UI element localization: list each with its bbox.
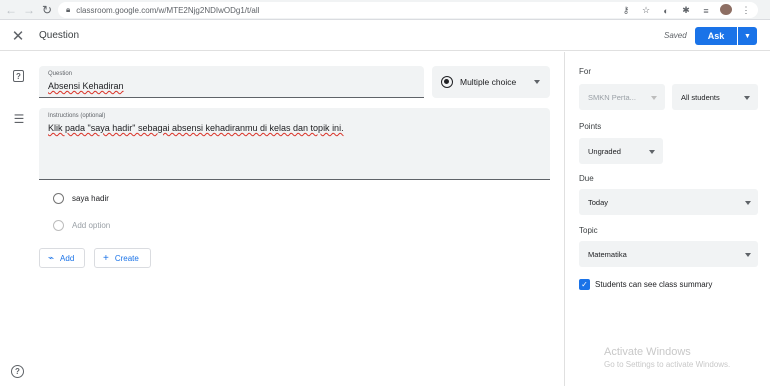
points-label: Points <box>579 122 602 131</box>
students-value: All students <box>681 93 720 102</box>
puzzle-icon[interactable]: ✱ <box>680 5 692 16</box>
plus-icon: + <box>103 252 109 264</box>
dropdown-arrow-icon <box>649 150 655 154</box>
page-title: Question <box>39 30 80 41</box>
help-icon[interactable]: ? <box>11 365 24 378</box>
radio-icon <box>53 192 64 204</box>
create-button[interactable]: + Create <box>94 248 151 268</box>
due-value: Today <box>588 198 609 207</box>
add-option-row[interactable]: Add option <box>53 218 110 232</box>
due-label: Due <box>579 174 594 183</box>
class-summary-option[interactable]: ✓ Students can see class summary <box>579 279 712 290</box>
topic-value: Matematika <box>588 250 627 259</box>
dropdown-arrow-icon <box>744 96 750 100</box>
dropdown-arrow-icon <box>745 253 751 257</box>
instructions-value[interactable]: Klik pada "saya hadir" sebagai absensi k… <box>48 123 344 133</box>
checkbox-checked-icon[interactable]: ✓ <box>579 279 590 290</box>
instructions-label: Instructions (optional) <box>48 113 106 119</box>
ask-button[interactable]: Ask <box>695 27 737 45</box>
app-header: ✕ Question Saved Ask ▼ <box>0 21 770 51</box>
queue-icon[interactable]: ≡ <box>700 6 712 16</box>
ask-dropdown-button[interactable]: ▼ <box>738 27 757 45</box>
question-type-value: Multiple choice <box>460 77 517 87</box>
topic-select[interactable]: Matematika <box>579 241 758 267</box>
radio-icon <box>53 219 64 231</box>
settings-sidebar: For SMKN Perta... All students Points Un… <box>564 52 770 386</box>
points-select[interactable]: Ungraded <box>579 138 663 164</box>
watermark-subtitle: Go to Settings to activate Windows. <box>604 360 731 369</box>
browser-toolbar: ← → ↻ 🔒︎ classroom.google.com/w/MTE2Njg2… <box>0 0 770 20</box>
star-icon[interactable]: ☆ <box>640 5 652 16</box>
add-option-label[interactable]: Add option <box>72 221 110 230</box>
notes-icon: ☰ <box>13 112 25 126</box>
paperclip-icon: ⌁ <box>48 252 55 264</box>
lock-icon: 🔒︎ <box>66 5 71 14</box>
summary-label: Students can see class summary <box>595 280 713 289</box>
option-label[interactable]: saya hadir <box>72 194 109 203</box>
url-text: classroom.google.com/w/MTE2Njg2NDIwODg1/… <box>76 5 260 15</box>
class-select: SMKN Perta... <box>579 84 665 110</box>
radio-button-icon <box>441 76 453 88</box>
saved-status: Saved <box>664 31 687 40</box>
due-select[interactable]: Today <box>579 189 758 215</box>
points-value: Ungraded <box>588 147 621 156</box>
extension-circle-icon[interactable]: ◐ <box>660 6 672 16</box>
question-type-select[interactable]: Multiple choice <box>432 66 550 98</box>
dropdown-arrow-icon <box>534 80 540 84</box>
question-label: Question <box>48 71 73 77</box>
instructions-field[interactable]: Instructions (optional) Klik pada "saya … <box>39 108 550 180</box>
for-label: For <box>579 67 591 76</box>
option-row[interactable]: saya hadir <box>53 191 109 205</box>
dropdown-arrow-icon <box>651 96 657 100</box>
forward-icon[interactable]: → <box>20 1 38 19</box>
question-value[interactable]: Absensi Kehadiran <box>48 81 124 91</box>
students-select[interactable]: All students <box>672 84 758 110</box>
avatar[interactable] <box>720 4 732 17</box>
back-icon[interactable]: ← <box>2 1 20 19</box>
key-icon[interactable]: ⚷ <box>620 5 632 16</box>
create-button-label: Create <box>114 253 139 263</box>
more-icon[interactable]: ⋮ <box>740 5 752 16</box>
reload-icon[interactable]: ↻ <box>38 1 56 19</box>
question-field[interactable]: Question Absensi Kehadiran <box>39 66 424 98</box>
topic-label: Topic <box>579 226 598 235</box>
watermark-title: Activate Windows <box>604 346 691 358</box>
close-icon[interactable]: ✕ <box>9 27 27 45</box>
add-button-label: Add <box>60 253 75 263</box>
address-bar[interactable]: 🔒︎ classroom.google.com/w/MTE2Njg2NDIwOD… <box>58 2 758 18</box>
chevron-down-icon: ▼ <box>744 32 751 40</box>
windows-watermark: Activate Windows Go to Settings to activ… <box>604 346 730 369</box>
dropdown-arrow-icon <box>745 201 751 205</box>
add-button[interactable]: ⌁ Add <box>39 248 85 268</box>
question-editor: ? ☰ Question Absensi Kehadiran Multiple … <box>0 52 564 386</box>
question-icon: ? <box>13 70 24 82</box>
class-value: SMKN Perta... <box>588 93 636 102</box>
